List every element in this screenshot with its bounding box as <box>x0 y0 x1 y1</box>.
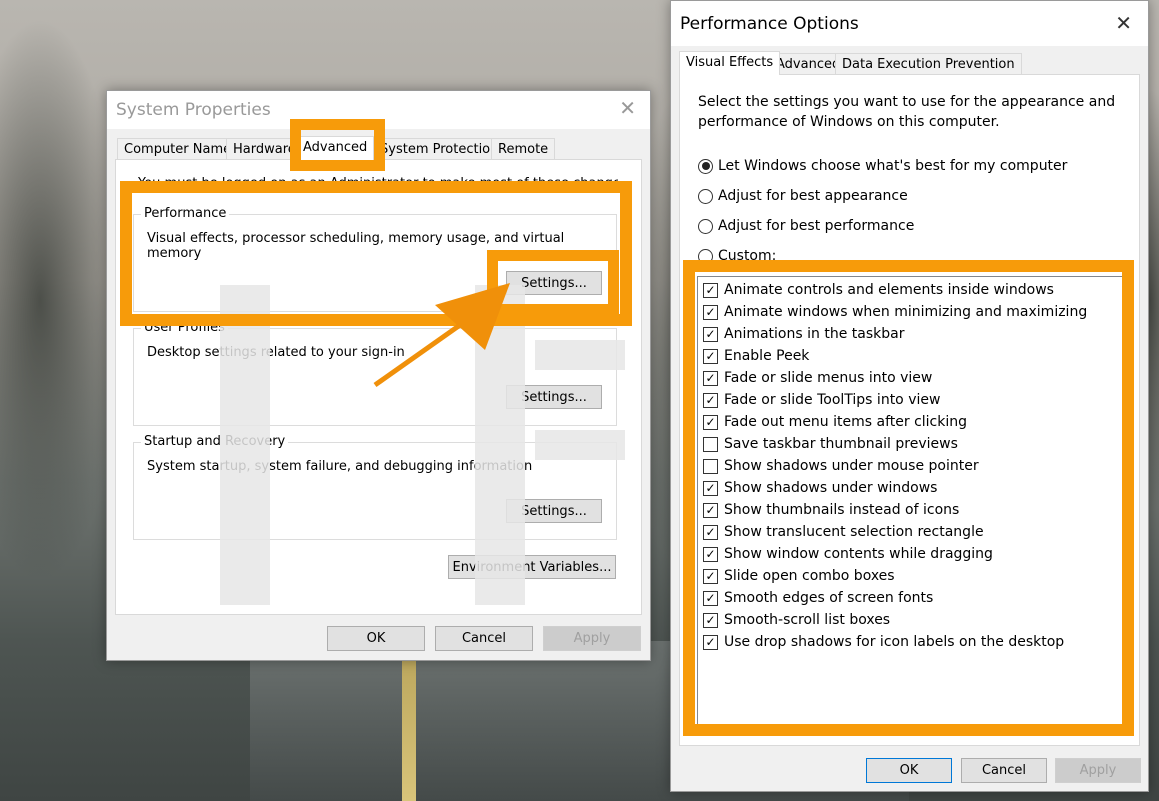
arrow-icon <box>373 283 510 388</box>
